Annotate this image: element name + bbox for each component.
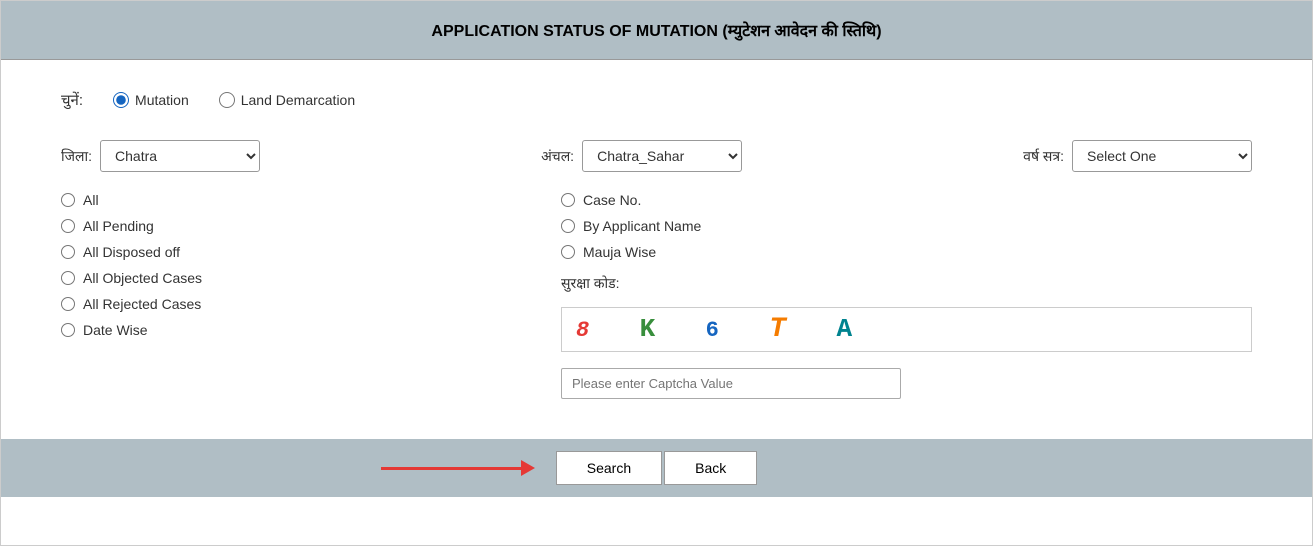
choose-label: चुनें: [61, 90, 83, 110]
circle-group: अंचल: Chatra_Sahar [541, 140, 742, 172]
radio-by-applicant[interactable]: By Applicant Name [561, 218, 1252, 234]
radio-case-no-input[interactable] [561, 193, 575, 207]
circle-label: अंचल: [541, 147, 574, 166]
radio-all-pending-input[interactable] [61, 219, 75, 233]
year-group: वर्ष सत्र: Select One [1023, 140, 1252, 172]
district-label: जिला: [61, 147, 92, 166]
content-area: चुनें: Mutation Land Demarcation जिला: C… [1, 60, 1312, 419]
radio-mauja-wise-label: Mauja Wise [583, 244, 656, 260]
radio-all-rejected-label: All Rejected Cases [83, 296, 201, 312]
search-button[interactable]: Search [556, 451, 662, 485]
district-select[interactable]: Chatra [100, 140, 260, 172]
captcha-char-2: K [640, 314, 664, 344]
type-selection-row: चुनें: Mutation Land Demarcation [61, 90, 1252, 110]
radio-date-wise-input[interactable] [61, 323, 75, 337]
radio-all[interactable]: All [61, 192, 561, 208]
radio-all-objected-label: All Objected Cases [83, 270, 202, 286]
captcha-char-5: A [836, 314, 860, 344]
captcha-char-4: T [769, 314, 794, 345]
radio-all-rejected-input[interactable] [61, 297, 75, 311]
page-header: APPLICATION STATUS OF MUTATION (म्युटेशन… [1, 1, 1312, 60]
radio-all-input[interactable] [61, 193, 75, 207]
district-group: जिला: Chatra [61, 140, 260, 172]
page-title: APPLICATION STATUS OF MUTATION (म्युटेशन… [431, 23, 881, 40]
arrow-line [381, 467, 521, 470]
captcha-char-3: 6 [706, 318, 727, 343]
security-code-label: सुरक्षा कोड: [561, 274, 1252, 293]
radio-all-label: All [83, 192, 99, 208]
radio-all-objected-input[interactable] [61, 271, 75, 285]
land-demarcation-radio[interactable] [219, 92, 235, 108]
circle-select[interactable]: Chatra_Sahar [582, 140, 742, 172]
radio-date-wise-label: Date Wise [83, 322, 148, 338]
year-select[interactable]: Select One [1072, 140, 1252, 172]
land-demarcation-option[interactable]: Land Demarcation [219, 92, 355, 108]
captcha-input[interactable] [561, 368, 901, 399]
radio-mauja-wise[interactable]: Mauja Wise [561, 244, 1252, 260]
main-options: All All Pending All Disposed off All Obj… [61, 192, 1252, 399]
year-label: वर्ष सत्र: [1023, 147, 1064, 166]
radio-all-objected[interactable]: All Objected Cases [61, 270, 561, 286]
dropdown-row: जिला: Chatra अंचल: Chatra_Sahar वर्ष सत्… [61, 140, 1252, 172]
mutation-label: Mutation [135, 92, 189, 108]
back-button[interactable]: Back [664, 451, 757, 485]
radio-all-pending[interactable]: All Pending [61, 218, 561, 234]
main-container: APPLICATION STATUS OF MUTATION (म्युटेशन… [0, 0, 1313, 546]
radio-all-disposed-label: All Disposed off [83, 244, 180, 260]
mutation-option[interactable]: Mutation [113, 92, 189, 108]
radio-case-no-label: Case No. [583, 192, 641, 208]
radio-all-disposed[interactable]: All Disposed off [61, 244, 561, 260]
land-demarcation-label: Land Demarcation [241, 92, 355, 108]
radio-all-rejected[interactable]: All Rejected Cases [61, 296, 561, 312]
mutation-radio[interactable] [113, 92, 129, 108]
radio-by-applicant-label: By Applicant Name [583, 218, 701, 234]
left-radio-options: All All Pending All Disposed off All Obj… [61, 192, 561, 399]
right-radio-options: Case No. By Applicant Name Mauja Wise सु… [561, 192, 1252, 399]
radio-all-pending-label: All Pending [83, 218, 154, 234]
radio-all-disposed-input[interactable] [61, 245, 75, 259]
radio-date-wise[interactable]: Date Wise [61, 322, 561, 338]
arrow-container [381, 460, 535, 476]
radio-case-no[interactable]: Case No. [561, 192, 1252, 208]
captcha-char-1: 8 [576, 318, 597, 343]
arrow-head [521, 460, 535, 476]
footer-bar: Search Back [1, 439, 1312, 497]
radio-mauja-wise-input[interactable] [561, 245, 575, 259]
radio-by-applicant-input[interactable] [561, 219, 575, 233]
captcha-image: 8 K 6 T A [561, 307, 1252, 352]
